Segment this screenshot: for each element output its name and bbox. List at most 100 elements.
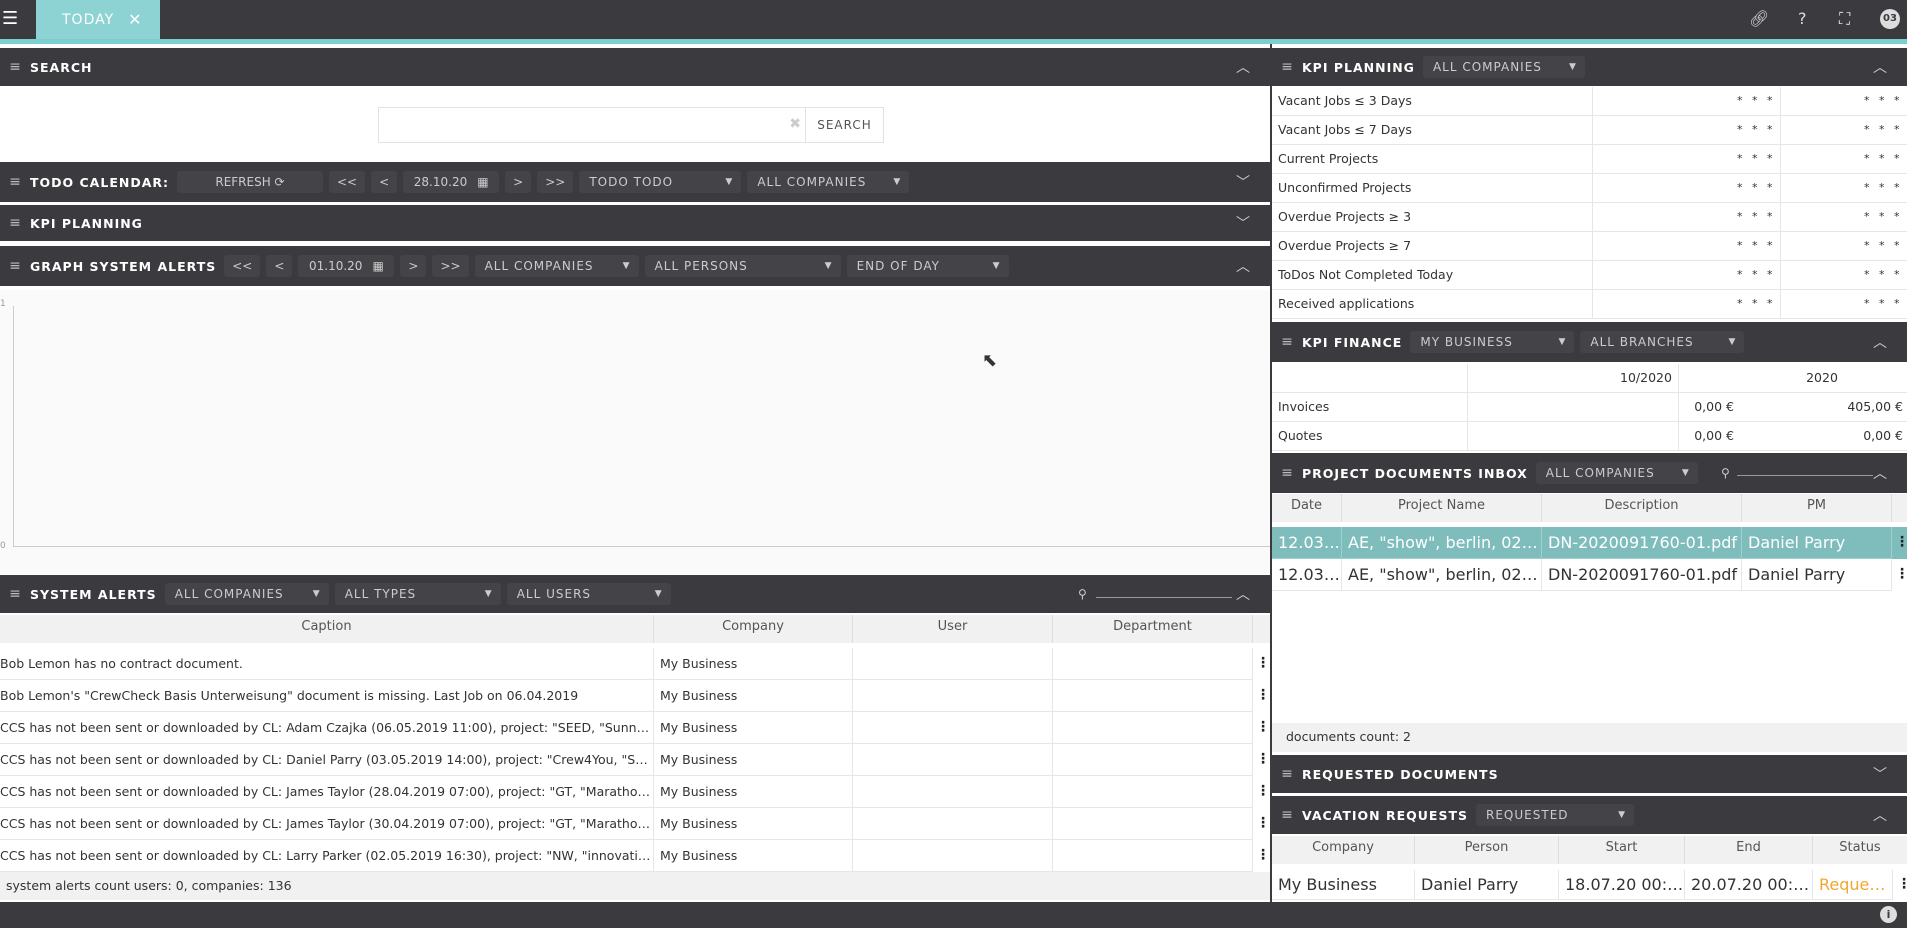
companies-dropdown[interactable]: ALL COMPANIES ▼ [1422, 56, 1585, 78]
alert-company: My Business [654, 744, 853, 776]
column-header-description[interactable]: Description [1542, 494, 1742, 522]
drag-handle-icon[interactable]: ≡ [1272, 334, 1302, 350]
companies-dropdown[interactable]: ALL COMPANIES ▼ [747, 171, 910, 193]
companies-dropdown[interactable]: ALL COMPANIES ▼ [164, 583, 329, 605]
column-header-date[interactable]: Date [1272, 494, 1342, 522]
column-header-caption[interactable]: Caption [0, 615, 654, 643]
column-header-department[interactable]: Department [1053, 615, 1253, 643]
column-header-company[interactable]: Company [1272, 836, 1415, 864]
chevron-up-icon[interactable]: ︿ [1873, 57, 1887, 77]
companies-dropdown[interactable]: ALL COMPANIES ▼ [1535, 462, 1698, 484]
chevron-up-icon[interactable]: ︿ [1236, 584, 1250, 604]
row-menu-icon[interactable]: ⋮ [1897, 876, 1907, 892]
prev-day-button[interactable]: < [371, 171, 398, 193]
drag-handle-icon[interactable]: ≡ [1272, 465, 1302, 481]
doc-date: 12.03.20 [1272, 527, 1342, 559]
companies-dropdown[interactable]: ALL COMPANIES ▼ [474, 255, 639, 277]
finance-label: Invoices [1278, 399, 1330, 414]
drag-handle-icon[interactable]: ≡ [1272, 766, 1302, 782]
dropdown-value: ALL COMPANIES [1432, 60, 1542, 74]
row-menu-icon[interactable]: ⋮ [1256, 687, 1270, 703]
y-tick-bottom: 0 [0, 541, 6, 551]
next-day-button[interactable]: > [505, 171, 532, 193]
drag-handle-icon[interactable]: ≡ [0, 586, 30, 602]
fullscreen-icon[interactable]: ⛶ [1839, 9, 1850, 29]
row-menu-icon[interactable]: ⋮ [1256, 751, 1270, 767]
panel-title: KPI PLANNING [1302, 59, 1415, 75]
alert-user [853, 712, 1053, 744]
drag-handle-icon[interactable]: ≡ [0, 174, 30, 190]
chevron-up-icon[interactable]: ︿ [1873, 332, 1887, 352]
caret-icon: ▼ [312, 589, 321, 599]
drag-handle-icon[interactable]: ≡ [1272, 807, 1302, 823]
column-header-user[interactable]: User [853, 615, 1053, 643]
row-menu-icon[interactable]: ⋮ [1256, 655, 1270, 671]
vacation-status: Requested [1813, 870, 1893, 900]
table-search-input[interactable] [1096, 597, 1232, 598]
row-menu-icon[interactable]: ⋮ [1256, 719, 1270, 735]
prev-week-button[interactable]: << [224, 255, 261, 277]
column-header-project-name[interactable]: Project Name [1342, 494, 1542, 522]
clear-icon[interactable]: ✖ [789, 116, 801, 132]
date-picker[interactable]: 01.10.20 ▦ [298, 255, 395, 277]
refresh-button[interactable]: REFRESH ⟳ [177, 171, 323, 193]
panel-title: TODO CALENDAR: [30, 174, 169, 190]
row-menu-icon[interactable]: ⋮ [1895, 566, 1907, 582]
chevron-up-icon[interactable]: ︿ [1873, 805, 1887, 825]
chevron-down-icon[interactable]: ﹀ [1236, 172, 1250, 192]
types-dropdown[interactable]: ALL TYPES ▼ [334, 583, 501, 605]
help-icon[interactable]: ? [1798, 9, 1807, 29]
kpi-planning-collapsed-header: ≡ KPI PLANNING ﹀ [0, 205, 1270, 241]
chevron-up-icon[interactable]: ︿ [1873, 463, 1887, 483]
chevron-down-icon[interactable]: ﹀ [1236, 213, 1250, 233]
kpi-label: Overdue Projects ≥ 7 [1278, 238, 1412, 253]
info-icon[interactable]: i [1880, 906, 1897, 923]
column-header-person[interactable]: Person [1415, 836, 1559, 864]
row-menu-icon[interactable]: ⋮ [1256, 815, 1270, 831]
period-dropdown[interactable]: END OF DAY ▼ [846, 255, 1009, 277]
drag-handle-icon[interactable]: ≡ [1272, 59, 1302, 75]
menu-icon[interactable]: ☰ [2, 9, 24, 29]
business-dropdown[interactable]: MY BUSINESS ▼ [1410, 331, 1575, 353]
search-input[interactable]: ✖ [378, 107, 806, 143]
dropdown-value: ALL COMPANIES [757, 175, 867, 189]
status-dropdown[interactable]: REQUESTED ▼ [1476, 804, 1635, 826]
next-week-button[interactable]: >> [537, 171, 574, 193]
project-docs-header: ≡ PROJECT DOCUMENTS INBOX ALL COMPANIES ▼… [1272, 453, 1907, 493]
persons-dropdown[interactable]: ALL PERSONS ▼ [644, 255, 841, 277]
close-icon[interactable]: ✕ [128, 10, 142, 29]
column-header-end[interactable]: End [1685, 836, 1813, 864]
kpi-column-divider [1592, 87, 1593, 319]
dropdown-value: ALL COMPANIES [174, 587, 284, 601]
date-picker[interactable]: 28.10.20 ▦ [403, 171, 500, 193]
row-menu-icon[interactable]: ⋮ [1256, 847, 1270, 863]
next-day-button[interactable]: > [400, 255, 427, 277]
chevron-up-icon[interactable]: ︿ [1236, 256, 1250, 276]
row-menu-icon[interactable]: ⋮ [1256, 783, 1270, 799]
column-header-status[interactable]: Status [1813, 836, 1907, 864]
prev-day-button[interactable]: < [266, 255, 293, 277]
search-button[interactable]: SEARCH [806, 107, 884, 143]
kpi-label: Unconfirmed Projects [1278, 180, 1412, 195]
kpi-row: Unconfirmed Projects * * * * * * [1272, 174, 1907, 203]
avatar[interactable]: 03 [1880, 9, 1900, 29]
column-header-company[interactable]: Company [654, 615, 853, 643]
drag-handle-icon[interactable]: ≡ [0, 59, 30, 75]
users-dropdown[interactable]: ALL USERS ▼ [506, 583, 671, 605]
column-header-start[interactable]: Start [1559, 836, 1685, 864]
tab-today[interactable]: TODAY ✕ [36, 0, 160, 39]
chevron-up-icon[interactable]: ︿ [1236, 57, 1250, 77]
drag-handle-icon[interactable]: ≡ [0, 258, 30, 274]
todo-filter-dropdown[interactable]: TODO TODO ▼ [579, 171, 742, 193]
row-menu-icon[interactable]: ⋮ [1895, 534, 1907, 550]
kpi-planning-header: ≡ KPI PLANNING ALL COMPANIES ▼ ︿ [1272, 48, 1907, 86]
next-week-button[interactable]: >> [432, 255, 469, 277]
link-icon[interactable]: 🔗︎ [1749, 9, 1769, 29]
column-header-pm[interactable]: PM [1742, 494, 1892, 522]
drag-handle-icon[interactable]: ≡ [0, 215, 30, 231]
table-search-input[interactable] [1737, 475, 1873, 476]
branches-dropdown[interactable]: ALL BRANCHES ▼ [1580, 331, 1745, 353]
chevron-down-icon[interactable]: ﹀ [1873, 764, 1887, 784]
prev-week-button[interactable]: << [329, 171, 366, 193]
dropdown-value: TODO TODO [589, 175, 674, 189]
